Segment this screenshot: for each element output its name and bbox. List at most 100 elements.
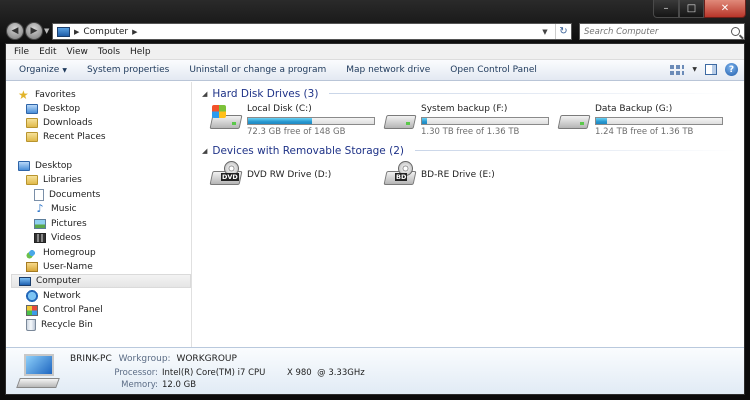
change-view-icon[interactable] [670,64,685,76]
help-icon[interactable]: ? [725,63,738,76]
nav-label: Documents [49,190,101,200]
drive-name: Local Disk (C:) [247,104,312,114]
workgroup-label: Workgroup: [118,354,171,364]
pictures-icon [34,219,46,229]
downloads-folder-icon [26,118,38,128]
libraries-icon [26,175,38,185]
memory-row: Memory: 12.0 GB [70,380,196,390]
nav-network[interactable]: Network [26,289,81,303]
map-network-drive-button[interactable]: Map network drive [336,65,440,75]
chevron-down-icon: ▼ [62,67,67,74]
search-box[interactable] [579,23,745,40]
search-icon[interactable] [731,27,740,36]
capacity-fill [596,118,608,124]
title-bar: – □ ✕ ◀ ▶ ▼ ▶ Computer ▶ ▼ ↻ [0,0,750,43]
address-bar[interactable]: ▶ Computer ▶ ▼ ↻ [52,23,572,40]
nav-label: Libraries [43,175,82,185]
menu-help[interactable]: Help [125,47,156,57]
explorer-window: File Edit View Tools Help Organize ▼ Syst… [5,43,745,395]
nav-label: Recent Places [43,132,106,142]
nav-documents[interactable]: Documents [34,188,100,202]
maximize-button[interactable]: □ [679,0,704,18]
nav-videos[interactable]: Videos [34,231,81,245]
back-button[interactable]: ◀ [6,22,24,40]
nav-favorites[interactable]: ★ Favorites [18,88,76,102]
nav-downloads[interactable]: Downloads [26,116,92,130]
view-options-chevron-icon[interactable]: ▼ [692,66,697,73]
nav-desktop-favorite[interactable]: Desktop [26,102,80,116]
nav-recent-places[interactable]: Recent Places [26,130,106,144]
drive-g[interactable]: Data Backup (G:) 1.24 TB free of 1.36 TB [557,102,728,138]
nav-computer[interactable]: Computer [11,274,191,288]
dvd-badge: DVD [221,173,239,181]
capacity-fill [422,118,428,124]
hard-drive-icon [383,105,417,133]
refresh-icon[interactable]: ↻ [555,24,571,39]
menu-view[interactable]: View [62,47,93,57]
details-pane: BRINK-PC Workgroup: WORKGROUP Processor:… [6,347,744,394]
close-button[interactable]: ✕ [704,0,746,18]
computer-monitor-icon [16,354,60,390]
toolbar-right-controls: ▼ ? [670,63,738,76]
nav-label: Control Panel [43,305,103,315]
breadcrumb-separator-icon[interactable]: ▶ [132,28,137,36]
collapse-triangle-icon[interactable]: ◢ [202,147,207,155]
minimize-button[interactable]: – [653,0,679,18]
preview-pane-icon[interactable] [705,64,717,75]
drive-name: DVD RW Drive (D:) [247,170,332,180]
group-removable-storage[interactable]: ◢ Devices with Removable Storage (2) [202,143,737,158]
drive-d[interactable]: DVD DVD RW Drive (D:) [209,158,380,194]
open-control-panel-button[interactable]: Open Control Panel [440,65,547,75]
breadcrumb-computer[interactable]: Computer [83,27,128,37]
address-dropdown-icon[interactable]: ▼ [539,28,551,36]
capacity-bar [247,117,375,125]
group-hard-disk-drives[interactable]: ◢ Hard Disk Drives (3) [202,86,737,101]
nav-user-name[interactable]: User-Name [26,260,93,274]
content-pane: ◢ Hard Disk Drives (3) Local Disk (C:) 7… [193,82,744,347]
nav-desktop[interactable]: Desktop [18,159,72,173]
menu-file[interactable]: File [9,47,34,57]
pc-name-value: BRINK-PC [70,354,112,364]
search-input[interactable] [584,26,724,37]
drive-c[interactable]: Local Disk (C:) 72.3 GB free of 148 GB [209,102,380,138]
drive-free-space: 1.30 TB free of 1.36 TB [421,127,520,137]
nav-label: Favorites [35,90,76,100]
nav-homegroup[interactable]: Homegroup [26,246,96,260]
capacity-bar [595,117,723,125]
system-properties-button[interactable]: System properties [77,65,179,75]
uninstall-program-button[interactable]: Uninstall or change a program [179,65,336,75]
nav-music[interactable]: ♪ Music [34,202,76,216]
drive-name: Data Backup (G:) [595,104,673,114]
nav-label: Desktop [35,161,73,171]
menu-bar: File Edit View Tools Help [6,44,744,60]
drive-f[interactable]: System backup (F:) 1.30 TB free of 1.36 … [383,102,554,138]
bluray-drive-icon: BD [383,161,417,189]
memory-value: 12.0 GB [162,380,197,390]
organize-label: Organize [19,65,60,75]
processor-value: Intel(R) Core(TM) i7 CPU X 980 @ 3.33GHz [162,368,365,378]
menu-tools[interactable]: Tools [93,47,125,57]
breadcrumb-separator-icon[interactable]: ▶ [74,28,79,36]
forward-button[interactable]: ▶ [25,22,43,40]
group-divider [414,150,737,151]
nav-label: Recycle Bin [41,320,93,330]
menu-edit[interactable]: Edit [34,47,61,57]
collapse-triangle-icon[interactable]: ◢ [202,90,207,98]
nav-label: Downloads [43,118,93,128]
nav-recycle-bin[interactable]: Recycle Bin [26,318,93,332]
drive-e[interactable]: BD BD-RE Drive (E:) [383,158,554,194]
nav-label: Desktop [43,104,81,114]
nav-control-panel[interactable]: Control Panel [26,303,103,317]
nav-pictures[interactable]: Pictures [34,217,87,231]
homegroup-icon [26,247,38,259]
computer-icon [19,276,31,286]
organize-button[interactable]: Organize ▼ [9,65,77,75]
navigation-buttons: ◀ ▶ ▼ [6,22,54,40]
videos-icon [34,233,46,243]
nav-libraries[interactable]: Libraries [26,173,82,187]
nav-label: Homegroup [43,248,96,258]
forward-arrow-icon: ▶ [30,26,38,36]
music-icon: ♪ [36,202,44,215]
capacity-bar [421,117,549,125]
group-divider [329,93,737,94]
